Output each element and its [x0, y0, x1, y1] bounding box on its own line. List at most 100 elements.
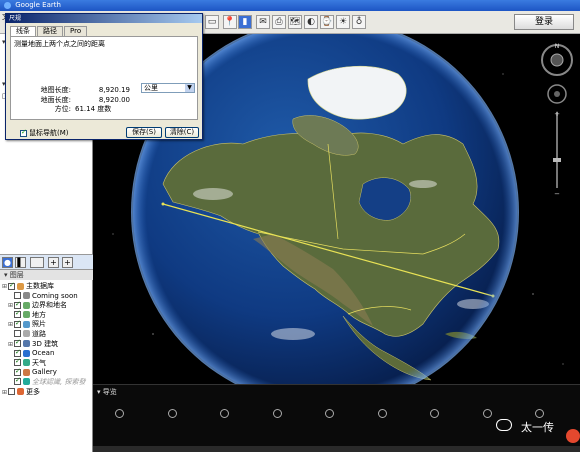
layer-label: 照片	[32, 320, 46, 329]
google-earth-icon	[4, 1, 11, 9]
dialog-tabs: 线条 路径 Pro	[10, 26, 88, 37]
layer-label: 3D 建筑	[32, 339, 59, 348]
layer-checkbox[interactable]	[14, 319, 21, 328]
placemark-button[interactable]: 📍	[223, 15, 237, 29]
layer-label: 边界和地名	[32, 301, 67, 310]
layer-label: 更多	[26, 387, 40, 396]
layer-checkbox[interactable]	[14, 367, 21, 376]
badge-icon	[566, 429, 580, 443]
layer-label: 地方	[32, 310, 46, 319]
layer-icon	[23, 378, 30, 386]
tour-item-icon[interactable]	[430, 409, 439, 418]
layer-label: Gallery	[32, 368, 57, 377]
sky-button[interactable]: ◐	[304, 15, 318, 29]
ground-length-value: 8,920.00	[98, 96, 130, 104]
layer-blank-button[interactable]	[30, 257, 44, 268]
tab-pro[interactable]: Pro	[64, 26, 88, 36]
layer-checkbox[interactable]	[8, 388, 15, 396]
layer-icon	[23, 292, 30, 300]
map-length-value: 8,920.19	[98, 86, 130, 94]
zoom-in-icon[interactable]: +	[554, 110, 560, 118]
layers-list: ⊞主数据库Coming soon⊞边界和地名地方⊞照片道路⊞3D 建筑Ocean…	[2, 281, 92, 398]
chevron-down-icon: ▼	[185, 84, 194, 92]
tab-path[interactable]: 路径	[37, 26, 63, 36]
tour-item-icon[interactable]	[377, 409, 387, 418]
tour-item-icon[interactable]	[482, 409, 492, 418]
layer-icon	[17, 282, 24, 290]
navigation-controls: N + −	[541, 43, 573, 198]
layer-checkbox[interactable]	[14, 292, 21, 300]
window-titlebar: Google Earth	[0, 0, 580, 11]
layers-toolbar: ● ▌ + +	[0, 254, 93, 270]
tour-item-icon[interactable]	[535, 409, 544, 418]
planets-button[interactable]: ♁	[352, 15, 366, 29]
save-button[interactable]: 保存(S)	[126, 127, 162, 138]
heading-value: 61.14 度数	[75, 105, 112, 113]
layer-checkbox[interactable]	[14, 357, 21, 367]
layer-icon	[23, 359, 30, 367]
layer-checkbox[interactable]	[14, 376, 21, 386]
layer-checkbox[interactable]	[14, 348, 21, 357]
tour-item-icon[interactable]	[325, 409, 334, 418]
login-button[interactable]: 登录	[514, 14, 574, 30]
north-indicator[interactable]: N	[555, 43, 560, 50]
tour-item-icon[interactable]	[167, 409, 177, 418]
layer-icon	[23, 349, 30, 357]
layer-label: Ocean	[32, 349, 55, 358]
ruler-button[interactable]: ▮	[238, 15, 252, 29]
tour-strip: ▾ 导览 太一传	[93, 384, 580, 452]
layer-item[interactable]: 全球認識, 探索發	[2, 376, 92, 388]
layer-icon	[23, 301, 30, 309]
layer-icon	[23, 330, 30, 338]
checkbox-icon	[20, 128, 27, 137]
layers-header: ▾ 图层	[0, 270, 93, 280]
panel-split-button[interactable]: ▌	[15, 257, 26, 268]
tab-body: 测量地面上两个点之间的距离 地图长度: 8,920.19 公里 ▼ 地面长度: 8,9…	[10, 36, 198, 120]
layer-icon	[23, 320, 30, 328]
zoom-handle[interactable]	[553, 158, 561, 162]
email-button[interactable]: ✉	[256, 15, 270, 29]
map-length-row: 地图长度: 8,920.19	[11, 85, 130, 95]
clear-button[interactable]: 清除(C)	[165, 127, 199, 138]
layer-checkbox[interactable]	[8, 281, 15, 290]
layer-icon	[23, 340, 30, 348]
print-button[interactable]: ⎙	[272, 15, 286, 29]
layer-item[interactable]: ⊞ 更多	[2, 388, 92, 398]
watermark-text: 太一传	[521, 421, 554, 434]
layer-icon	[23, 311, 30, 319]
layer-item[interactable]: ⊞照片	[2, 319, 92, 330]
tour-label: ▾ 导览	[97, 388, 117, 396]
tour-item-icon[interactable]	[272, 409, 282, 418]
map-length-label: 地图长度:	[40, 86, 71, 94]
tour-item-icon[interactable]	[115, 409, 124, 418]
layer-checkbox[interactable]	[14, 300, 21, 309]
hide-sidebar-button[interactable]: ▭	[205, 15, 219, 29]
tour-item-icon[interactable]	[220, 409, 229, 418]
layer-options-button[interactable]: +	[62, 257, 73, 268]
layer-label: Coming soon	[32, 291, 78, 300]
zoom-out-icon[interactable]: −	[554, 190, 560, 198]
ruler-dialog: 尺规 线条 路径 Pro 测量地面上两个点之间的距离 地图长度: 8,920.19 公…	[5, 13, 203, 140]
dialog-title: 尺规	[6, 14, 202, 23]
layer-item[interactable]: ⊞主数据库	[2, 281, 92, 292]
wechat-icon	[496, 419, 512, 431]
sunlight-button[interactable]: ☀	[336, 15, 350, 29]
google-maps-button[interactable]: 🗺	[288, 15, 302, 29]
unit-select[interactable]: 公里 ▼	[141, 83, 195, 93]
mouse-nav-checkbox[interactable]: 鼠标导航(M)	[20, 128, 69, 138]
layer-label: 全球認識, 探索發	[32, 377, 86, 386]
layer-icon	[23, 368, 30, 376]
add-layer-button[interactable]: +	[48, 257, 59, 268]
layer-icon	[17, 388, 24, 396]
layer-checkbox[interactable]	[14, 330, 21, 338]
layer-label: 天气	[32, 358, 46, 367]
heading-label: 方位:	[54, 105, 71, 113]
historical-imagery-button[interactable]: ⌚	[320, 15, 334, 29]
layer-checkbox[interactable]	[14, 338, 21, 348]
layer-checkbox[interactable]	[14, 309, 21, 319]
heading-row: 方位: 61.14 度数	[11, 104, 145, 114]
layer-label: 主数据库	[26, 282, 54, 290]
tour-scrollbar[interactable]	[93, 446, 580, 452]
window-title: Google Earth	[15, 1, 61, 9]
layers-toggle-button[interactable]: ●	[2, 257, 13, 268]
